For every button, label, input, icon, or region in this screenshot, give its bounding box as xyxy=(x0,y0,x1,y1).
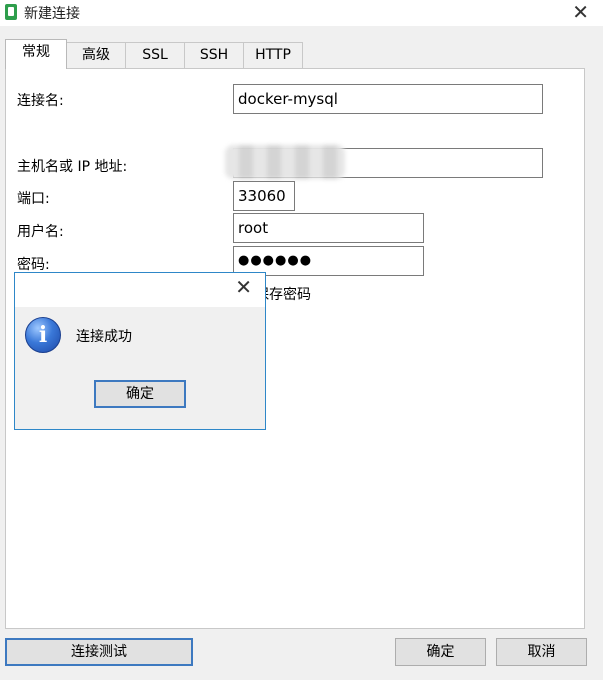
success-dialog: ✕ i 连接成功 确定 xyxy=(14,272,266,430)
tab-advanced[interactable]: 高级 xyxy=(66,42,126,68)
redacted-host xyxy=(225,145,345,179)
ok-button[interactable]: 确定 xyxy=(395,638,486,666)
password-label: 密码: xyxy=(17,257,50,273)
tab-ssl[interactable]: SSL xyxy=(125,42,185,68)
tab-http[interactable]: HTTP xyxy=(243,42,303,68)
connection-name-input[interactable]: docker-mysql xyxy=(233,84,543,114)
username-input[interactable]: root xyxy=(233,213,424,243)
host-label: 主机名或 IP 地址: xyxy=(17,159,128,175)
test-connection-button[interactable]: 连接测试 xyxy=(5,638,193,666)
username-label: 用户名: xyxy=(17,224,64,240)
tab-general[interactable]: 常规 xyxy=(5,39,67,69)
tab-ssh[interactable]: SSH xyxy=(184,42,244,68)
connection-name-label: 连接名: xyxy=(17,93,64,109)
dialog-ok-button[interactable]: 确定 xyxy=(94,380,186,408)
window-title: 新建连接 xyxy=(24,6,80,22)
port-input[interactable]: 33060 xyxy=(233,181,295,211)
dialog-title-bar: ✕ xyxy=(15,273,265,307)
close-icon[interactable]: ✕ xyxy=(572,0,589,24)
info-icon: i xyxy=(25,317,61,353)
cancel-button[interactable]: 取消 xyxy=(496,638,587,666)
title-bar: 新建连接 ✕ xyxy=(0,0,603,26)
port-label: 端口: xyxy=(17,191,50,207)
dialog-message: 连接成功 xyxy=(76,329,132,345)
dialog-close-icon[interactable]: ✕ xyxy=(235,275,252,299)
navicat-app-icon xyxy=(5,4,17,20)
